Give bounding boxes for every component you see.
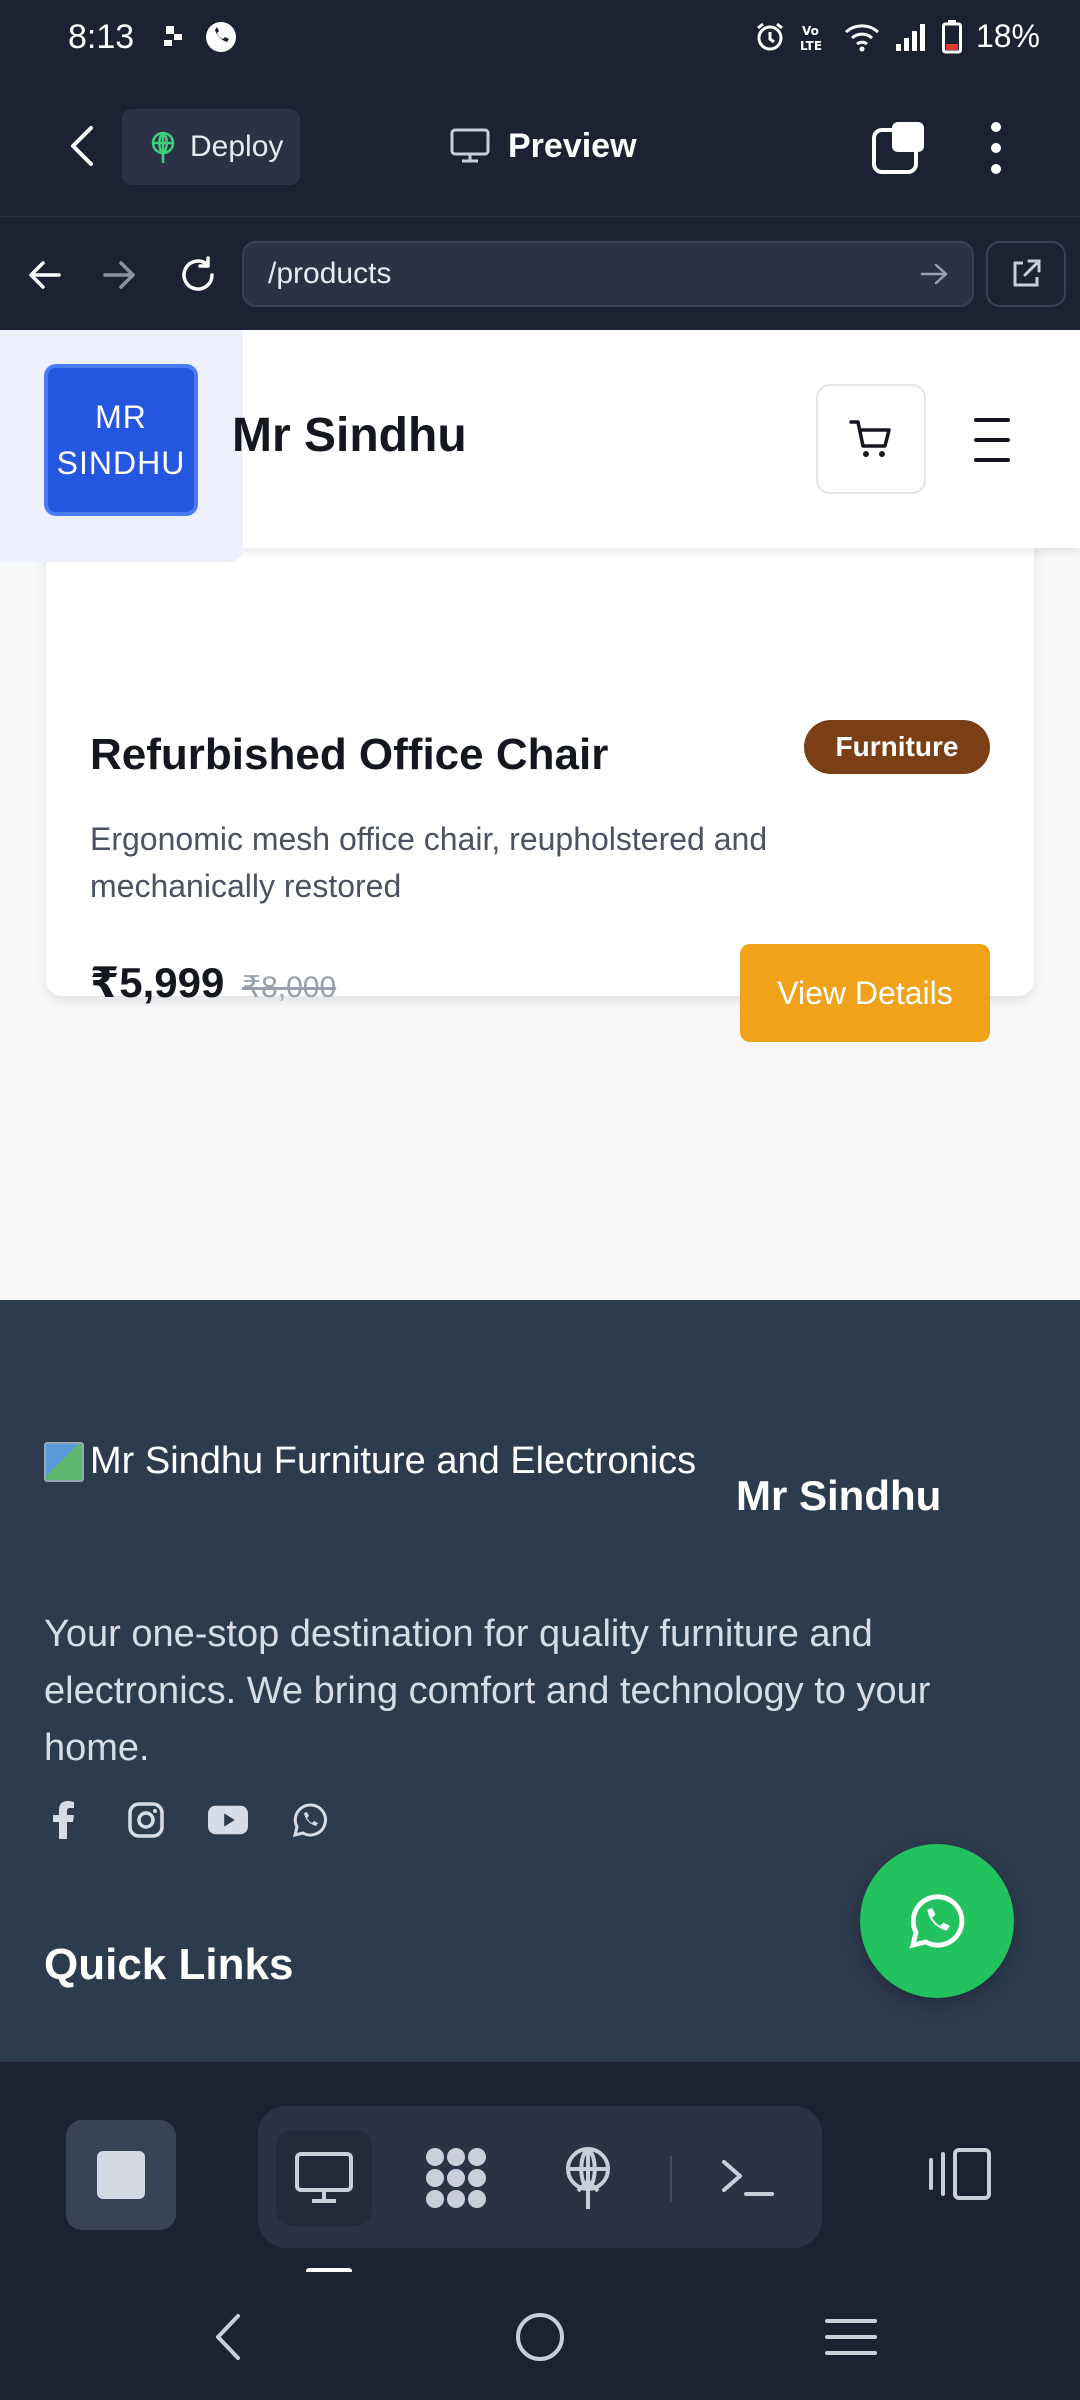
layout-toggle-button[interactable] bbox=[922, 2138, 996, 2210]
site-brand-name[interactable]: Mr Sindhu bbox=[232, 408, 467, 463]
logo-container[interactable]: MR SINDHU bbox=[0, 330, 243, 562]
open-external-button[interactable] bbox=[986, 241, 1066, 307]
url-text: /products bbox=[268, 257, 392, 290]
instagram-icon[interactable] bbox=[126, 1800, 166, 1840]
site-logo[interactable]: MR SINDHU bbox=[44, 364, 198, 516]
more-dot bbox=[991, 143, 1001, 153]
nav-forward-button[interactable] bbox=[92, 247, 148, 303]
hamburger-menu-button[interactable] bbox=[960, 410, 1024, 470]
whatsapp-icon bbox=[909, 1894, 965, 1949]
whatsapp-chat-button[interactable] bbox=[860, 1844, 1014, 1998]
dock-tool-group bbox=[258, 2106, 822, 2248]
logo-line-2: SINDHU bbox=[56, 445, 186, 481]
system-recents-button[interactable] bbox=[816, 2302, 886, 2372]
status-system-icons: Vo LTE 18% bbox=[754, 18, 1040, 55]
social-links bbox=[44, 1800, 330, 1840]
modules-icon bbox=[426, 2148, 486, 2208]
status-time: 8:13 bbox=[68, 18, 135, 56]
alarm-icon bbox=[757, 22, 783, 50]
call-app-icon bbox=[206, 22, 236, 52]
reload-button[interactable] bbox=[170, 247, 226, 303]
dock-extensions-button[interactable] bbox=[408, 2130, 504, 2226]
arrow-left-icon bbox=[29, 261, 61, 289]
quick-links-heading: Quick Links bbox=[44, 1940, 294, 1989]
dock-preview-button[interactable] bbox=[276, 2130, 372, 2226]
battery-icon bbox=[941, 19, 962, 53]
system-back-button[interactable] bbox=[192, 2302, 262, 2372]
url-input[interactable]: /products bbox=[242, 241, 974, 307]
view-details-button[interactable]: View Details bbox=[740, 944, 990, 1042]
notification-dots-icon bbox=[164, 26, 182, 46]
recents-menu-icon bbox=[825, 2319, 877, 2355]
terminal-icon bbox=[722, 2160, 774, 2196]
footer-logo-broken-image[interactable]: Mr Sindhu Furniture and Electronics bbox=[44, 1440, 696, 1483]
stop-icon bbox=[97, 2151, 145, 2199]
deploy-label: Deploy bbox=[190, 130, 284, 163]
whatsapp-icon[interactable] bbox=[290, 1800, 330, 1840]
deploy-icon bbox=[151, 131, 175, 163]
signal-icon bbox=[895, 23, 925, 51]
reload-icon bbox=[182, 256, 214, 291]
footer-logo-alt-text: Mr Sindhu Furniture and Electronics bbox=[90, 1440, 697, 1482]
arrow-right-icon bbox=[103, 261, 135, 289]
chevron-left-icon bbox=[216, 2314, 240, 2360]
more-dot bbox=[991, 164, 1001, 174]
broken-image-icon bbox=[44, 1441, 84, 1482]
dock-separator bbox=[670, 2156, 672, 2202]
status-bar: 8:13 Vo LTE 18% bbox=[0, 0, 1080, 76]
facebook-icon[interactable] bbox=[44, 1800, 84, 1840]
system-home-button[interactable] bbox=[505, 2302, 575, 2372]
chevron-left-icon bbox=[71, 126, 93, 166]
product-description: Ergonomic mesh office chair, reupholster… bbox=[90, 821, 768, 904]
deploy-button[interactable]: Deploy bbox=[122, 109, 300, 185]
preview-label: Preview bbox=[508, 126, 637, 165]
footer-brand-name: Mr Sindhu bbox=[736, 1472, 942, 1519]
svg-text:LTE: LTE bbox=[800, 39, 822, 53]
windows-stack-icon bbox=[872, 122, 924, 174]
split-layout-icon bbox=[929, 2148, 991, 2200]
menu-line bbox=[974, 418, 1010, 422]
svg-text:Vo: Vo bbox=[802, 24, 819, 38]
wifi-icon bbox=[844, 23, 879, 51]
footer-tagline: Your one-stop destination for quality fu… bbox=[44, 1613, 931, 1769]
back-button[interactable] bbox=[52, 116, 112, 176]
cart-button[interactable] bbox=[816, 384, 926, 494]
external-link-icon bbox=[1013, 259, 1041, 287]
dock-deploy-button[interactable] bbox=[540, 2130, 636, 2226]
bottom-dock bbox=[0, 2062, 1080, 2274]
status-notification-icons bbox=[160, 20, 238, 54]
category-badge: Furniture bbox=[804, 720, 990, 774]
more-options-button[interactable] bbox=[970, 116, 1022, 180]
app-toolbar: Deploy Preview bbox=[0, 76, 1080, 216]
site-header: MR SINDHU Mr Sindhu bbox=[0, 330, 1080, 562]
web-preview: Refurbished Office Chair Furniture Ergon… bbox=[0, 330, 1080, 2062]
deploy-icon bbox=[566, 2147, 610, 2209]
monitor-icon bbox=[450, 128, 490, 163]
home-circle-icon bbox=[516, 2313, 564, 2361]
system-navigation-bar bbox=[0, 2272, 1080, 2400]
volte-icon: VoLTE bbox=[800, 24, 822, 53]
monitor-icon bbox=[295, 2152, 353, 2203]
shopping-cart-icon bbox=[849, 420, 891, 457]
product-title: Refurbished Office Chair bbox=[90, 730, 609, 779]
nav-back-button[interactable] bbox=[16, 247, 72, 303]
battery-percent: 18% bbox=[975, 18, 1040, 54]
logo-line-1: MR bbox=[95, 399, 147, 435]
stop-button[interactable] bbox=[66, 2120, 176, 2230]
browser-nav-row: /products bbox=[0, 216, 1080, 330]
product-original-price: ₹8,000 bbox=[242, 971, 337, 1004]
more-dot bbox=[991, 122, 1001, 132]
go-arrow-icon[interactable] bbox=[918, 257, 952, 291]
menu-line bbox=[974, 458, 1010, 462]
dock-shell-button[interactable] bbox=[700, 2130, 796, 2226]
menu-line bbox=[974, 438, 1010, 442]
preview-tab[interactable]: Preview bbox=[450, 116, 637, 176]
windows-button[interactable] bbox=[870, 120, 926, 176]
youtube-icon[interactable] bbox=[208, 1800, 248, 1840]
product-price: ₹5,999 bbox=[90, 959, 225, 1006]
